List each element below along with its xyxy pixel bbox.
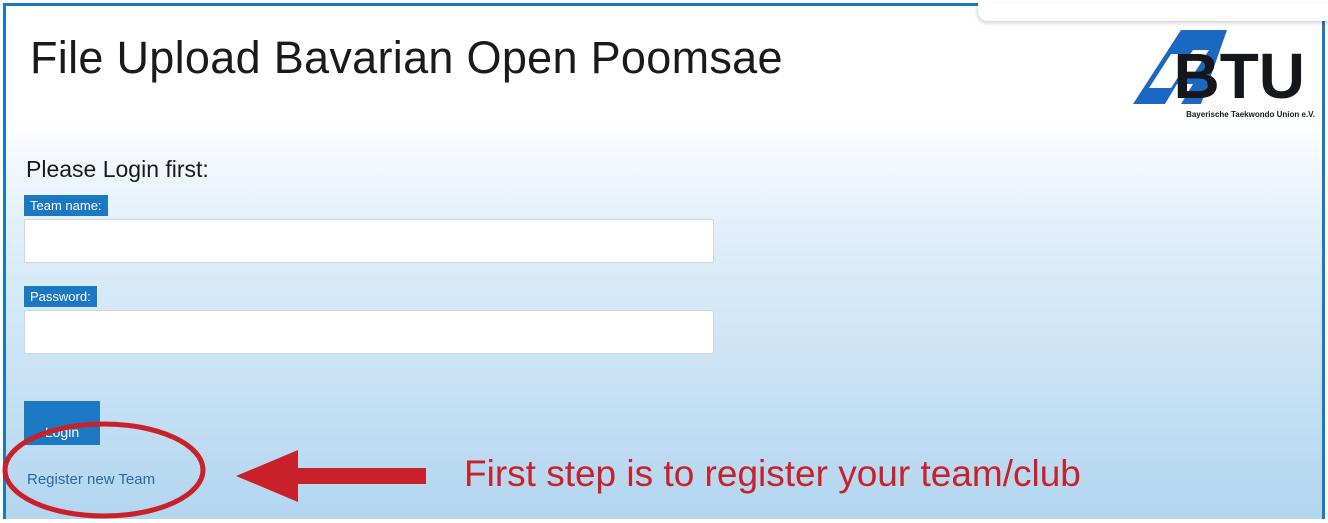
- register-new-team-link[interactable]: Register new Team: [27, 471, 155, 488]
- password-input[interactable]: [24, 310, 714, 354]
- team-name-label: Team name:: [24, 195, 108, 216]
- team-name-input[interactable]: [24, 219, 714, 263]
- btu-logo: BTU Bayerische Taekwondo Union e.V.: [1109, 18, 1325, 128]
- login-button[interactable]: Login: [24, 401, 100, 445]
- logo-text: BTU: [1173, 40, 1305, 112]
- page-title: File Upload Bavarian Open Poomsae: [30, 32, 783, 83]
- page-frame: File Upload Bavarian Open Poomsae BTU Ba…: [3, 3, 1328, 519]
- btu-logo-icon: BTU Bayerische Taekwondo Union e.V.: [1133, 30, 1315, 119]
- password-label: Password:: [24, 286, 97, 307]
- logo-subtitle: Bayerische Taekwondo Union e.V.: [1186, 110, 1315, 119]
- annotation-text: First step is to register your team/club: [464, 453, 1081, 494]
- login-heading: Please Login first:: [26, 156, 209, 182]
